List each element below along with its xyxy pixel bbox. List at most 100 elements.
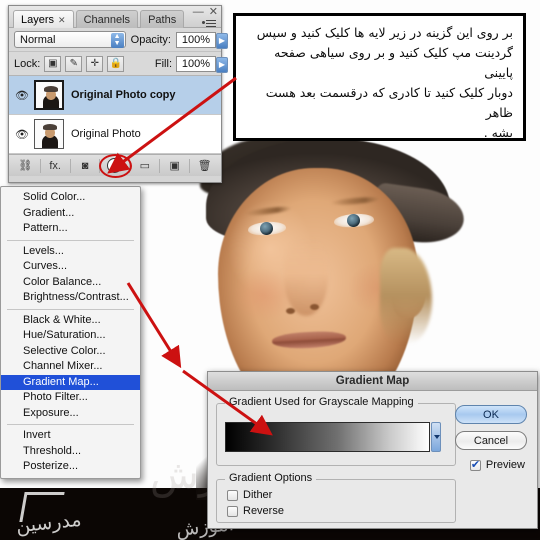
- opacity-chevron-icon[interactable]: ▶: [216, 32, 228, 49]
- table-row[interactable]: 👁 Original Photo: [9, 115, 221, 154]
- menu-item-brightness-contrast[interactable]: Brightness/Contrast...: [1, 290, 140, 306]
- layer-list[interactable]: 👁 Original Photo copy 👁 Original Photo: [9, 76, 221, 154]
- reverse-row[interactable]: Reverse: [227, 505, 284, 517]
- gradient-map-dialog[interactable]: Gradient Map Gradient Used for Grayscale…: [207, 371, 538, 529]
- gradient-preview-swatch[interactable]: [225, 422, 430, 452]
- eye-icon[interactable]: 👁: [12, 89, 32, 102]
- grayscale-mapping-group: Gradient Used for Grayscale Mapping: [216, 396, 456, 466]
- dither-row[interactable]: Dither: [227, 489, 272, 501]
- layer-style-fx-icon[interactable]: fx.: [45, 158, 65, 174]
- layer-name: Original Photo: [71, 128, 141, 140]
- gradient-options-group: Gradient Options Dither Reverse: [216, 472, 456, 523]
- menu-item-selective-color[interactable]: Selective Color...: [1, 344, 140, 360]
- layer-mask-icon[interactable]: ◙: [75, 158, 95, 174]
- menu-separator: [7, 424, 134, 425]
- nose: [284, 238, 328, 316]
- menu-item-exposure[interactable]: Exposure...: [1, 406, 140, 422]
- lock-label: Lock:: [14, 57, 41, 70]
- gradient-picker-chevron-icon[interactable]: [431, 422, 441, 452]
- tab-channels[interactable]: Channels: [75, 10, 139, 28]
- instruction-callout: بر روی این گزینه در زیر لایه ها کلیک کنی…: [233, 13, 526, 141]
- tab-layers[interactable]: Layers ✕: [13, 10, 74, 28]
- nostril-left: [286, 308, 295, 314]
- opacity-input[interactable]: 100% ▶: [176, 31, 228, 49]
- reverse-label: Reverse: [243, 505, 284, 517]
- menu-item-color-balance[interactable]: Color Balance...: [1, 275, 140, 291]
- panel-window-controls[interactable]: — ✕: [193, 7, 218, 18]
- fill-chevron-icon[interactable]: ▶: [216, 56, 228, 73]
- dither-label: Dither: [243, 489, 273, 501]
- iris-right: [347, 214, 360, 227]
- ok-button[interactable]: OK: [455, 405, 527, 424]
- new-adjustment-layer-icon[interactable]: [105, 158, 125, 174]
- blend-mode-select[interactable]: Normal ▲ ▼: [14, 31, 126, 48]
- layer-thumbnail[interactable]: [34, 80, 64, 110]
- cancel-button[interactable]: Cancel: [455, 431, 527, 450]
- lock-position-icon[interactable]: ✛: [86, 55, 104, 72]
- menu-item-invert[interactable]: Invert: [1, 428, 140, 444]
- menu-item-hue-saturation[interactable]: Hue/Saturation...: [1, 328, 140, 344]
- menu-separator: [7, 308, 134, 310]
- panel-titlebar: Layers ✕ Channels Paths — ✕: [9, 6, 221, 28]
- menu-item-threshold[interactable]: Threshold...: [1, 444, 140, 460]
- preview-checkbox[interactable]: [469, 458, 481, 471]
- layers-panel[interactable]: Layers ✕ Channels Paths — ✕ Normal ▲ ▼ Opa…: [8, 5, 228, 183]
- menu-item-photo-filter[interactable]: Photo Filter...: [1, 390, 140, 406]
- tab-paths[interactable]: Paths: [140, 10, 185, 28]
- close-panel-icon[interactable]: ✕: [209, 7, 218, 18]
- fill-input[interactable]: 100% ▶: [176, 55, 228, 73]
- callout-line-4: بشه .: [483, 125, 513, 140]
- layers-panel-footer[interactable]: ⛓ fx. ◙ ▭ ▣ 🗑: [9, 154, 221, 178]
- menu-item-channel-mixer[interactable]: Channel Mixer...: [1, 359, 140, 375]
- gradient-options-legend: Gradient Options: [225, 472, 317, 484]
- new-group-icon[interactable]: ▭: [135, 158, 155, 174]
- menu-item-pattern[interactable]: Pattern...: [1, 221, 140, 237]
- watermark-frame: [19, 492, 65, 522]
- table-row[interactable]: 👁 Original Photo copy: [9, 76, 221, 115]
- nostril-right: [310, 304, 319, 310]
- reverse-checkbox[interactable]: [227, 505, 238, 517]
- lock-transparent-pixels-icon[interactable]: ▣: [44, 55, 62, 72]
- menu-item-posterize[interactable]: Posterize...: [1, 459, 140, 475]
- panel-tabs[interactable]: Layers ✕ Channels Paths: [9, 6, 221, 28]
- blend-mode-value: Normal: [20, 34, 56, 46]
- callout-line-1: بر روی این گزینه در زیر لایه ها کلیک کنی…: [256, 25, 513, 40]
- fill-value: 100%: [181, 57, 211, 70]
- close-icon[interactable]: ✕: [58, 15, 66, 25]
- minimize-icon[interactable]: —: [193, 7, 204, 18]
- lock-all-icon[interactable]: 🔒: [107, 55, 125, 72]
- grayscale-mapping-legend: Gradient Used for Grayscale Mapping: [225, 396, 418, 408]
- menu-separator: [7, 239, 134, 241]
- eye-icon[interactable]: 👁: [12, 128, 32, 141]
- menu-item-solid-color[interactable]: Solid Color...: [1, 190, 140, 206]
- dialog-body: Gradient Used for Grayscale Mapping Grad…: [208, 391, 537, 530]
- callout-line-2: گردینت مپ کلیک کنید و بر روی سیاهی صفحه …: [274, 45, 513, 80]
- menu-item-gradient[interactable]: Gradient...: [1, 206, 140, 222]
- blend-mode-row[interactable]: Normal ▲ ▼ Opacity: 100% ▶: [9, 28, 228, 52]
- preview-row[interactable]: Preview: [469, 458, 525, 471]
- preview-label: Preview: [485, 459, 525, 471]
- menu-item-gradient-map[interactable]: Gradient Map...: [1, 374, 140, 390]
- iris-left: [260, 222, 273, 235]
- lock-image-pixels-icon[interactable]: ✎: [65, 55, 83, 72]
- new-adjustment-layer-menu[interactable]: Solid Color... Gradient... Pattern... Le…: [0, 186, 141, 479]
- tab-layers-label: Layers: [21, 14, 55, 26]
- panel-menu-icon[interactable]: [202, 18, 217, 27]
- menu-item-levels[interactable]: Levels...: [1, 244, 140, 260]
- delete-layer-icon[interactable]: 🗑: [195, 158, 215, 174]
- fill-label: Fill:: [154, 57, 172, 70]
- opacity-label: Opacity:: [130, 33, 171, 46]
- menu-item-black-and-white[interactable]: Black & White...: [1, 313, 140, 329]
- menu-item-curves[interactable]: Curves...: [1, 259, 140, 275]
- opacity-value: 100%: [181, 33, 211, 46]
- layer-name: Original Photo copy: [71, 89, 176, 101]
- dialog-title: Gradient Map: [208, 372, 537, 391]
- tutorial-screenshot: مدرسین آموزش آموزش آموزش Solid Color... …: [0, 0, 540, 540]
- callout-line-3: دوبار کلیک کنید تا کادری که درقسمت بعد ه…: [265, 85, 513, 120]
- lock-row[interactable]: Lock: ▣ ✎ ✛ 🔒 Fill: 100% ▶: [9, 52, 228, 76]
- dither-checkbox[interactable]: [227, 489, 238, 501]
- layer-thumbnail[interactable]: [34, 119, 64, 149]
- link-layers-icon[interactable]: ⛓: [15, 158, 35, 174]
- chevron-updown-icon[interactable]: ▲ ▼: [110, 33, 124, 48]
- new-layer-icon[interactable]: ▣: [165, 158, 185, 174]
